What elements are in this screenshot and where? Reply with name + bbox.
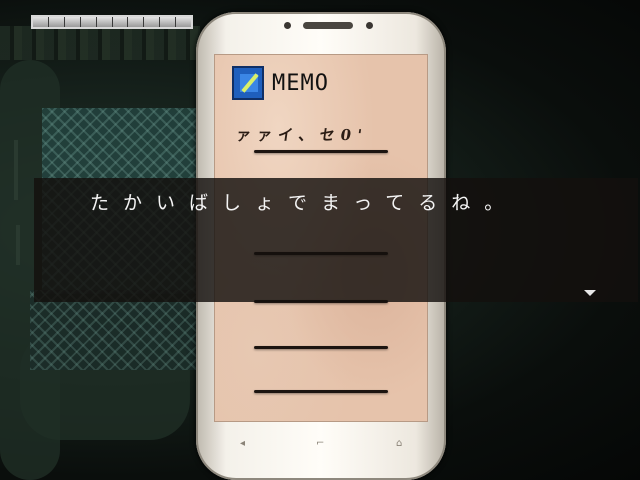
menu-button-icon[interactable]: ⌂ <box>396 438 402 449</box>
tree-row <box>0 26 200 60</box>
down-triangle-icon[interactable] <box>584 290 596 296</box>
gauge-segment <box>96 17 113 27</box>
gauge-segment <box>48 17 65 27</box>
gauge-segment <box>112 17 129 27</box>
gauge-segment <box>33 17 49 27</box>
dialogue-text: たかいばしょでまってるね。 <box>90 192 518 214</box>
memo-pen-icon <box>232 66 264 100</box>
fence-pole <box>14 140 18 200</box>
gauge-segment <box>128 17 145 27</box>
gauge-segment <box>80 17 97 27</box>
phone-speaker <box>303 22 353 29</box>
back-button-icon[interactable]: ◂ <box>240 438 245 449</box>
fence-pole <box>16 225 20 265</box>
memo-app-title: MEMO <box>272 70 329 96</box>
home-button-icon[interactable]: ⌐ <box>316 438 324 449</box>
message-window[interactable]: たかいばしょでまってるね。 <box>34 178 638 302</box>
sensor-icon <box>366 22 373 29</box>
memo-ruled-line <box>254 346 388 349</box>
gauge-segment <box>160 17 177 27</box>
memo-handwritten-note: ァァイ、セ0' <box>234 126 369 144</box>
gauge-segment <box>176 17 192 27</box>
stamina-gauge <box>31 15 193 29</box>
chain-link-fence-shadow <box>30 290 200 370</box>
memo-header: MEMO <box>232 66 329 100</box>
memo-ruled-line <box>254 150 388 153</box>
gauge-segment <box>64 17 81 27</box>
front-camera-icon <box>284 22 291 29</box>
memo-ruled-line <box>254 390 388 393</box>
gauge-segment <box>144 17 161 27</box>
